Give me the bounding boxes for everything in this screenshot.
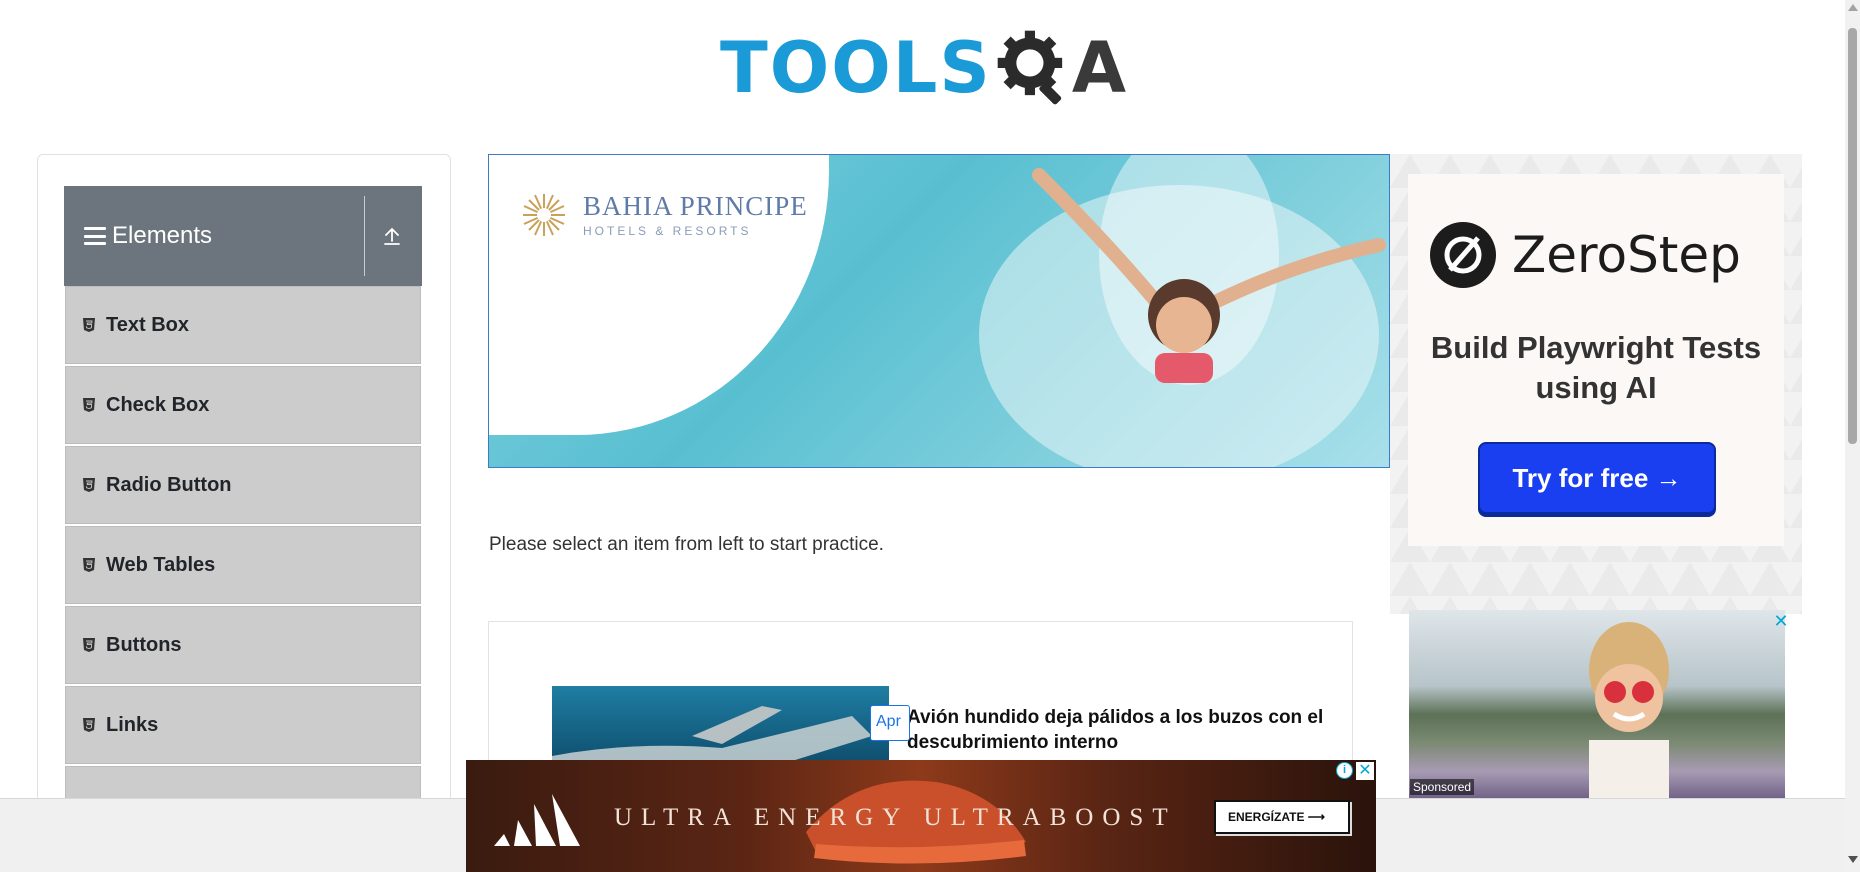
zerostep-tagline: Build Playwright Tests using AI [1430,330,1762,405]
article-title[interactable]: Avión hundido deja pálidos a los buzos c… [907,706,1327,755]
sponsored-image-ad[interactable] [1409,610,1785,800]
bottom-ad-text: ULTRA ENERGY ULTRABOOST [614,804,1177,831]
scroll-up-arrow-icon[interactable] [1848,4,1858,11]
logo-text-tools: TOOLS [720,27,992,109]
html5-icon [83,718,95,732]
zerostep-logo-icon [1430,222,1496,288]
menu-item-text-box[interactable]: Text Box [65,286,421,364]
sun-logo-icon [523,193,565,236]
html5-icon [83,398,95,412]
scroll-down-arrow-icon[interactable] [1848,856,1858,863]
menu-item-label: Web Tables [106,553,216,576]
elements-group-header[interactable]: Elements [64,186,422,286]
energizate-button[interactable]: ENERGÍZATE ⟶ [1214,800,1350,834]
collapse-arrow-icon[interactable] [380,224,404,248]
hotel-brand-sub: HOTELS & RESORTS [583,224,752,238]
hotel-brand-name: BAHIA PRINCIPE [583,191,808,221]
zerostep-brand: ZeroStep [1512,226,1741,284]
ad-info-icon[interactable]: i [1336,762,1353,779]
hotel-brand: BAHIA PRINCIPE HOTELS & RESORTS [521,191,808,238]
menu-item-radio-button[interactable]: Radio Button [65,446,421,524]
woman-sunglasses-image [1589,622,1669,800]
close-bottom-ad-icon[interactable]: ✕ [1356,762,1374,780]
html5-icon [83,638,95,652]
menu-item-check-box[interactable]: Check Box [65,366,421,444]
html5-icon [83,478,95,492]
article-open-button[interactable]: Apr [870,705,910,741]
html5-icon [83,318,95,332]
swimmer-splash-image [979,155,1386,467]
menu-item-label: Text Box [106,313,189,336]
zerostep-ad[interactable]: ZeroStep Build Playwright Tests using AI… [1390,154,1802,614]
menu-item-buttons[interactable]: Buttons [65,606,421,684]
menu-item-links[interactable]: Links [65,686,421,764]
site-logo[interactable]: TOOLS A [720,18,1126,118]
close-ad-icon[interactable]: ✕ [1772,612,1790,630]
logo-gear-magnifier-icon [997,30,1062,105]
menu-item-label: Buttons [106,633,182,656]
hamburger-icon [84,227,106,245]
try-for-free-button[interactable]: Try for free → [1478,442,1716,514]
sponsored-label: Sponsored [1410,779,1475,795]
menu-item-web-tables[interactable]: Web Tables [65,526,421,604]
page: TOOLS A Elements Text Box Check Box Radi… [0,0,1860,872]
group-title: Elements [112,222,213,249]
menu-list: Text Box Check Box Radio Button Web Tabl… [65,286,421,846]
group-divider [364,196,365,276]
menu-item-label: Radio Button [106,473,232,496]
menu-item-label: Check Box [106,393,210,416]
html5-icon [83,558,95,572]
menu-item-label: Links [106,713,159,736]
hotel-banner-ad[interactable]: BAHIA PRINCIPE HOTELS & RESORTS [488,154,1390,468]
adidas-logo-icon [494,794,580,846]
logo-text-a: A [1071,27,1126,109]
left-panel: Elements Text Box Check Box Radio Button… [37,154,451,872]
adidas-bottom-ad[interactable]: ULTRA ENERGY ULTRABOOST ENERGÍZATE ⟶ [466,760,1376,872]
zerostep-card: ZeroStep Build Playwright Tests using AI… [1408,174,1784,546]
intro-text: Please select an item from left to start… [489,534,884,555]
scrollbar-thumb[interactable] [1848,28,1857,444]
